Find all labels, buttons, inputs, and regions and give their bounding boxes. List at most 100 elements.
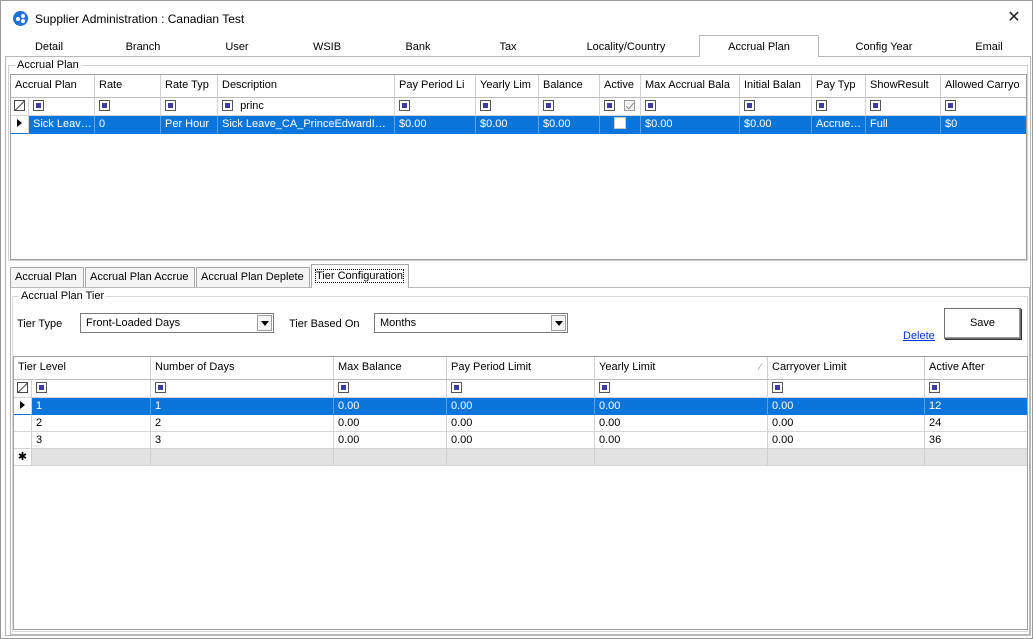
col-pay-period-limit[interactable]: Pay Period Limit [447, 357, 595, 380]
col-allowed-carryover[interactable]: Allowed Carryo [941, 75, 1026, 98]
cell-tier-level[interactable]: 2 [32, 415, 151, 432]
filter-operator-icon[interactable] [480, 99, 491, 111]
col-number-of-days[interactable]: Number of Days [151, 357, 334, 380]
cell-accrual-plan[interactable]: Sick Leav… [29, 116, 95, 134]
col-rate-type[interactable]: Rate Typ [161, 75, 218, 98]
cell-allowed-carryover[interactable]: $0 [941, 116, 1026, 134]
cell-carryover-limit[interactable]: 0.00 [768, 415, 925, 432]
new-cell[interactable] [447, 449, 595, 466]
filter-operator-icon[interactable] [543, 99, 554, 111]
filter-operator-icon[interactable] [645, 99, 656, 111]
col-yearly-limit[interactable]: Yearly Lim [476, 75, 539, 98]
delete-link[interactable]: Delete [903, 330, 935, 342]
cell-yearly-limit[interactable]: 0.00 [595, 398, 768, 415]
cell-tier-level[interactable]: 1 [32, 398, 151, 415]
cell-number-of-days[interactable]: 1 [151, 398, 334, 415]
col-active[interactable]: Active [600, 75, 641, 98]
filter-operator-icon[interactable] [338, 381, 349, 393]
filter-operator-icon[interactable] [945, 99, 956, 111]
tab-email[interactable]: Email [949, 39, 1029, 57]
cell-pay-period-limit[interactable]: 0.00 [447, 415, 595, 432]
col-pay-period-limit[interactable]: Pay Period Li [395, 75, 476, 98]
filter-operator-icon[interactable] [929, 381, 940, 393]
save-button[interactable]: Save [944, 308, 1021, 339]
cell-active-after[interactable]: 24 [925, 415, 1027, 432]
cell-pay-period-limit[interactable]: 0.00 [447, 432, 595, 449]
new-row[interactable]: ✱ [14, 449, 1027, 466]
cell-yearly-limit[interactable]: $0.00 [476, 116, 539, 134]
cell-pay-period-limit[interactable]: 0.00 [447, 398, 595, 415]
filter-operator-icon[interactable] [33, 99, 44, 111]
cell-show-result[interactable]: Full [866, 116, 941, 134]
new-cell[interactable] [32, 449, 151, 466]
filter-operator-icon[interactable] [772, 381, 783, 393]
tab-wsib[interactable]: WSIB [281, 39, 373, 57]
cell-max-balance[interactable]: 0.00 [334, 432, 447, 449]
cell-max-balance[interactable]: 0.00 [334, 415, 447, 432]
filter-operator-icon[interactable] [99, 99, 110, 111]
cell-yearly-limit[interactable]: 0.00 [595, 415, 768, 432]
filter-operator-icon[interactable] [155, 381, 166, 393]
tab-bank[interactable]: Bank [373, 39, 463, 57]
table-row[interactable]: 3 3 0.00 0.00 0.00 0.00 36 [14, 432, 1027, 449]
col-carryover-limit[interactable]: Carryover Limit [768, 357, 925, 380]
col-max-accrual-balance[interactable]: Max Accrual Bala [641, 75, 740, 98]
tab-locality-country[interactable]: Locality/Country [553, 39, 699, 57]
new-cell[interactable] [925, 449, 1027, 466]
col-initial-balance[interactable]: Initial Balan [740, 75, 812, 98]
col-accrual-plan[interactable]: Accrual Plan [11, 75, 95, 98]
tab-config-year[interactable]: Config Year [819, 39, 949, 57]
subtab-accrual-plan[interactable]: Accrual Plan [10, 267, 84, 287]
tier-based-on-select[interactable]: Months [374, 313, 568, 333]
col-show-result[interactable]: ShowResult [866, 75, 941, 98]
col-balance[interactable]: Balance [539, 75, 600, 98]
cell-carryover-limit[interactable]: 0.00 [768, 432, 925, 449]
subtab-accrual-plan-deplete[interactable]: Accrual Plan Deplete [196, 267, 310, 287]
cell-initial-balance[interactable]: $0.00 [740, 116, 812, 134]
cell-carryover-limit[interactable]: 0.00 [768, 398, 925, 415]
cell-max-balance[interactable]: 0.00 [334, 398, 447, 415]
table-row[interactable]: Sick Leav… 0 Per Hour Sick Leave_CA_Prin… [11, 116, 1026, 134]
cell-number-of-days[interactable]: 3 [151, 432, 334, 449]
col-max-balance[interactable]: Max Balance [334, 357, 447, 380]
filter-operator-icon[interactable] [744, 99, 755, 111]
tab-accrual-plan[interactable]: Accrual Plan [699, 35, 819, 57]
new-cell[interactable] [595, 449, 768, 466]
cell-pay-period-limit[interactable]: $0.00 [395, 116, 476, 134]
chevron-down-icon[interactable] [551, 315, 566, 331]
cell-max-accrual-balance[interactable]: $0.00 [641, 116, 740, 134]
clear-filter-icon[interactable] [14, 99, 25, 111]
cell-rate[interactable]: 0 [95, 116, 161, 134]
col-active-after[interactable]: Active After [925, 357, 1027, 380]
active-checkbox[interactable] [614, 117, 626, 130]
tab-detail[interactable]: Detail [5, 39, 93, 57]
filter-operator-icon[interactable] [451, 381, 462, 393]
tier-type-select[interactable]: Front-Loaded Days [80, 313, 274, 333]
table-row[interactable]: 1 1 0.00 0.00 0.00 0.00 12 [14, 398, 1027, 415]
clear-filter-icon[interactable] [17, 381, 28, 393]
new-cell[interactable] [334, 449, 447, 466]
cell-active-after[interactable]: 36 [925, 432, 1027, 449]
tab-branch[interactable]: Branch [93, 39, 193, 57]
col-rate[interactable]: Rate [95, 75, 161, 98]
cell-description[interactable]: Sick Leave_CA_PrinceEdwardI… [218, 116, 395, 134]
row-selector[interactable] [14, 415, 32, 432]
subtab-accrual-plan-accrue[interactable]: Accrual Plan Accrue [85, 267, 195, 287]
filter-operator-icon[interactable] [816, 99, 827, 111]
cell-active[interactable] [600, 116, 641, 134]
col-tier-level[interactable]: Tier Level [14, 357, 151, 380]
table-row[interactable]: 2 2 0.00 0.00 0.00 0.00 24 [14, 415, 1027, 432]
subtab-tier-configuration[interactable]: Tier Configuration [311, 264, 409, 288]
tab-user[interactable]: User [193, 39, 281, 57]
filter-operator-icon[interactable] [165, 99, 176, 111]
col-pay-type[interactable]: Pay Typ [812, 75, 866, 98]
col-description[interactable]: Description [218, 75, 395, 98]
filter-operator-icon[interactable] [599, 381, 610, 393]
tab-tax[interactable]: Tax [463, 39, 553, 57]
cell-tier-level[interactable]: 3 [32, 432, 151, 449]
cell-active-after[interactable]: 12 [925, 398, 1027, 415]
cell-balance[interactable]: $0.00 [539, 116, 600, 134]
new-cell[interactable] [151, 449, 334, 466]
chevron-down-icon[interactable] [257, 315, 272, 331]
cell-rate-type[interactable]: Per Hour [161, 116, 218, 134]
